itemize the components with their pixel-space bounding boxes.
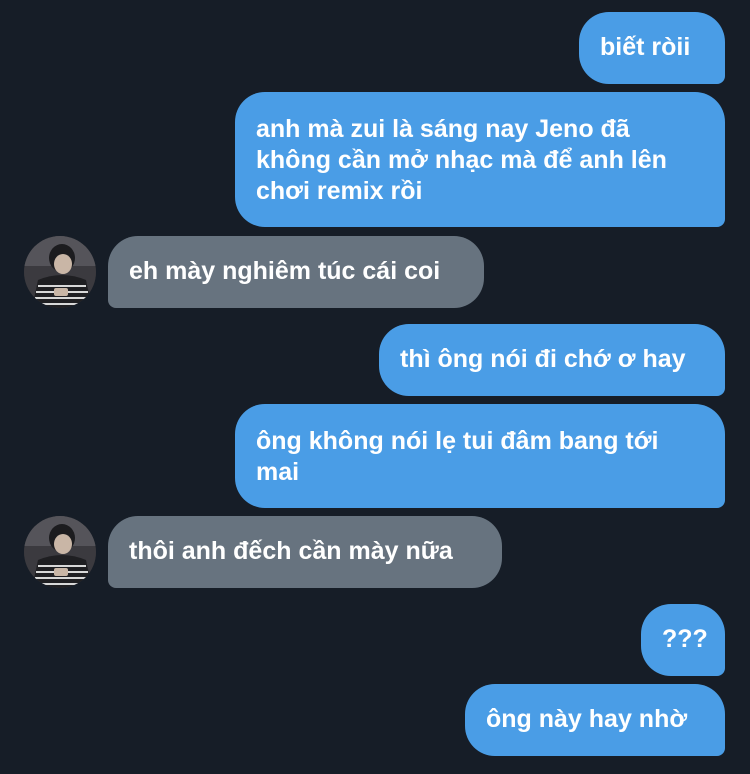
contact-avatar[interactable] [24,516,96,588]
sent-message-bubble[interactable]: biết ròii [579,12,725,84]
sent-message-bubble[interactable]: thì ông nói đi chớ ơ hay [379,324,725,396]
message-text: ??? [662,625,708,653]
contact-avatar[interactable] [24,236,96,308]
sent-message-bubble[interactable]: anh mà zui là sáng nay Jeno đã không cần… [235,92,725,227]
received-message-bubble[interactable]: eh mày nghiêm túc cái coi [108,236,484,308]
message-text: thôi anh đếch cần mày nữa [129,537,453,565]
sent-message-bubble[interactable]: ông này hay nhờ [465,684,725,756]
avatar-photo-icon [24,236,96,308]
message-text: biết ròii [600,33,691,61]
avatar-photo-icon [24,516,96,588]
sent-message-bubble[interactable]: ??? [641,604,725,676]
received-message-bubble[interactable]: thôi anh đếch cần mày nữa [108,516,502,588]
sent-message-bubble[interactable]: ông không nói lẹ tui đâm bang tới mai [235,404,725,508]
chat-thread: biết ròii anh mà zui là sáng nay Jeno đã… [0,0,750,774]
message-text: thì ông nói đi chớ ơ hay [400,345,686,373]
message-text: eh mày nghiêm túc cái coi [129,257,441,285]
message-text: ông không nói lẹ tui đâm bang tới mai [256,427,659,486]
message-text: anh mà zui là sáng nay Jeno đã không cần… [256,115,667,205]
message-text: ông này hay nhờ [486,705,688,733]
